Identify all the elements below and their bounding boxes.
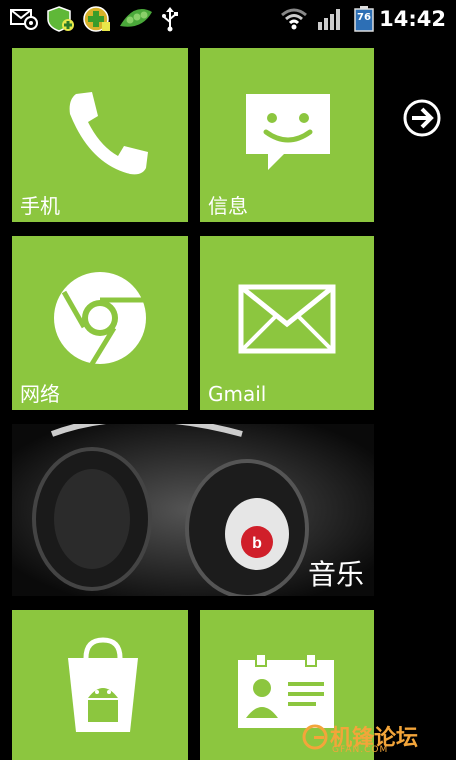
wifi-icon xyxy=(281,8,307,30)
signal-icon xyxy=(318,9,340,30)
tile-label: 手机 xyxy=(20,194,60,218)
battery-level: 76 xyxy=(357,12,371,23)
chat-bubble-icon xyxy=(246,94,330,170)
watermark-sub: GFAN.COM xyxy=(332,745,389,755)
usb-icon xyxy=(162,7,178,32)
status-bar: 76 14:42 xyxy=(0,0,456,38)
pea-pod-icon xyxy=(120,9,152,27)
tile-music[interactable]: b 音乐 xyxy=(12,424,374,596)
tile-market[interactable] xyxy=(12,610,188,760)
svg-text:b: b xyxy=(252,535,262,552)
tile-label: 音乐 xyxy=(307,558,364,591)
tile-gmail[interactable]: Gmail xyxy=(200,236,374,410)
tile-messages[interactable]: 信息 xyxy=(200,48,374,222)
market-bag-icon xyxy=(68,637,138,732)
gfan-logo-icon xyxy=(302,724,328,750)
clock: 14:42 xyxy=(379,7,446,31)
tile-label: 网络 xyxy=(20,382,60,406)
watermark-logo: 机锋论坛 GFAN.COM xyxy=(302,718,452,758)
security-shield-icon xyxy=(47,6,74,32)
tile-phone[interactable]: 手机 xyxy=(12,48,188,222)
mail-at-icon xyxy=(10,9,38,30)
browser-icon xyxy=(54,272,146,366)
battery-icon: 76 xyxy=(354,6,374,32)
tile-label: 信息 xyxy=(208,194,248,218)
plus-cross-icon xyxy=(83,6,110,32)
tile-network[interactable]: 网络 xyxy=(12,236,188,410)
arrow-right-circle-icon[interactable] xyxy=(402,98,442,138)
phone-icon xyxy=(69,92,148,175)
tile-label: Gmail xyxy=(208,382,267,406)
envelope-icon xyxy=(238,284,336,354)
